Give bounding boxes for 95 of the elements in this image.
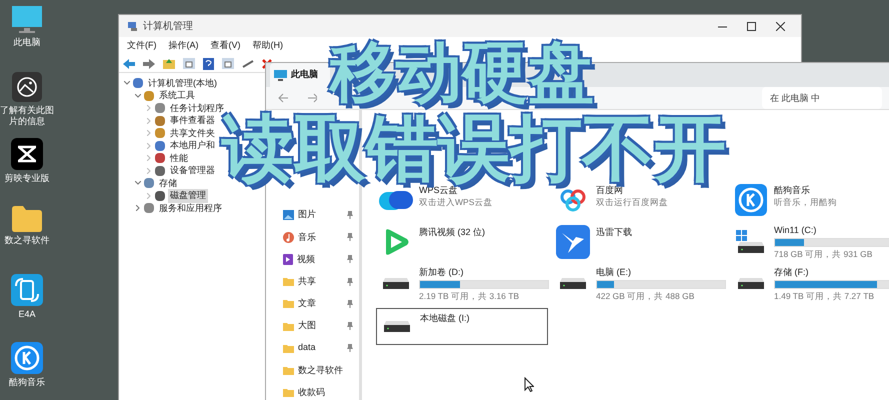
collapsed-caret-icon[interactable] (136, 205, 140, 212)
app-name[interactable]: 迅雷下载 (596, 226, 720, 238)
music-note-icon (283, 232, 294, 243)
app-name[interactable]: 腾讯视频 (32 位) (419, 226, 543, 238)
menu-item[interactable]: 文件(F) (127, 39, 156, 53)
folder-icon (283, 366, 294, 375)
drive-name[interactable]: Win11 (C:) (774, 224, 889, 236)
nav-item[interactable]: 文章 (298, 297, 316, 311)
app-description: 双击运行百度网盘 (596, 196, 669, 208)
tree-node-icon (144, 203, 154, 214)
nav-item[interactable]: 大图 (298, 319, 316, 333)
k-logo-icon (735, 184, 767, 216)
folder-icon (283, 277, 294, 286)
back-arrow-icon[interactable] (123, 58, 135, 68)
tablet-logo-icon (11, 274, 43, 306)
tree-node-icon (155, 166, 165, 176)
folder-icon (283, 388, 294, 398)
desktop-icon-label[interactable]: 此电脑 (14, 37, 40, 48)
tree-item[interactable]: 存储 (157, 176, 179, 190)
monitor-icon (274, 70, 287, 80)
tree-node-icon (155, 103, 165, 114)
video-icon (283, 254, 293, 265)
tree-node-icon (155, 153, 165, 164)
tree-node-icon (133, 78, 143, 88)
folder-icon (283, 299, 294, 308)
tree-node-icon (155, 116, 165, 126)
tree-item[interactable]: 计算机管理(本地) (146, 76, 219, 90)
scissors-logo-icon (11, 138, 43, 170)
expanded-caret-icon[interactable] (134, 181, 140, 186)
drive-space-text: 1.49 TB 可用，共 7.27 TB (774, 290, 876, 302)
app-description: 双击进入WPS云盘 (419, 196, 494, 208)
tree-item[interactable]: 磁盘管理 (168, 189, 208, 202)
close-icon[interactable] (776, 22, 785, 30)
desktop-icon-label[interactable]: 剪映专业版 (4, 173, 50, 184)
folder-up-icon[interactable] (163, 58, 175, 69)
tree-node-icon (155, 190, 165, 201)
drive-space-text: 718 GB 可用，共 931 GB (774, 248, 874, 260)
monitor-icon (12, 6, 42, 34)
app-description: 听音乐，用酷狗 (774, 196, 838, 208)
desktop-icon-label[interactable]: E4A (18, 309, 36, 320)
tree-node-icon (155, 140, 165, 151)
tree-node-icon (144, 90, 154, 101)
expanded-caret-icon[interactable] (124, 81, 130, 86)
tree-item[interactable]: 设备管理器 (168, 164, 217, 178)
tree-item[interactable]: 系统工具 (157, 89, 197, 102)
cloud-icon (379, 188, 413, 210)
tree-item[interactable]: 共享文件夹 (168, 126, 217, 140)
nav-item[interactable]: 共享 (298, 274, 316, 288)
desktop-icon-label[interactable]: 数之寻软件 (4, 235, 50, 246)
drive-name[interactable]: 新加卷 (D:) (419, 266, 549, 278)
tree-item[interactable]: 事件查看器 (168, 114, 217, 128)
console-icon[interactable] (183, 58, 195, 69)
bird-logo-icon (556, 224, 590, 258)
nav-item[interactable]: 视频 (297, 252, 315, 266)
desktop-icon-label[interactable]: 酷狗音乐 (9, 377, 45, 388)
drive-name[interactable]: 存储 (F:) (774, 266, 889, 278)
forward-arrow-icon[interactable] (308, 93, 318, 103)
back-arrow-icon[interactable] (278, 93, 288, 103)
drive-name[interactable]: 本地磁盘 (I:) (420, 312, 544, 324)
menu-item[interactable]: 帮助(H) (252, 39, 283, 53)
window-title: 计算机管理 (143, 20, 193, 34)
selected-drive-tile[interactable]: 本地磁盘 (I:) (376, 308, 548, 345)
nav-item[interactable]: 音乐 (298, 230, 316, 244)
desktop-icon-label[interactable]: 了解有关此图片的信息 (0, 105, 54, 127)
nav-item[interactable]: data (298, 341, 316, 355)
expanded-caret-icon[interactable] (134, 94, 140, 98)
drive-name[interactable]: 电脑 (E:) (596, 266, 726, 278)
mouse-pointer-icon (524, 377, 534, 392)
computer-management-icon (127, 20, 139, 32)
search-field[interactable]: 在 此电脑 中 (762, 87, 882, 109)
explorer-tab[interactable]: 此电脑 (270, 63, 330, 87)
tree-item[interactable]: 本地用户和 (168, 139, 217, 152)
nav-item[interactable]: 数之寻软件 (298, 364, 343, 378)
tree-node-icon (144, 178, 154, 188)
tree-node-icon (155, 128, 165, 138)
folder-icon (283, 344, 294, 353)
drive-space-text: 2.19 TB 可用，共 3.16 TB (419, 290, 520, 302)
nav-item[interactable]: 收款码 (298, 386, 325, 400)
folder-icon (283, 322, 294, 331)
nav-item[interactable]: 图片 (298, 208, 316, 222)
tree-item[interactable]: 性能 (168, 152, 190, 165)
help-icon[interactable] (203, 58, 214, 70)
maximize-icon[interactable] (747, 22, 756, 30)
drive-space-text: 422 GB 可用，共 488 GB (596, 290, 696, 302)
picture-icon (283, 210, 294, 220)
folder-icon (12, 206, 42, 232)
console-icon[interactable] (222, 58, 234, 69)
app-name[interactable]: 酷狗音乐 (774, 184, 889, 196)
tab-label: 此电脑 (291, 68, 318, 82)
k-logo-icon (11, 342, 43, 374)
tree-item[interactable]: 服务和应用程序 (157, 202, 224, 215)
menu-item[interactable]: 查看(V) (210, 39, 240, 53)
picture-info-icon (12, 72, 42, 102)
menu-item[interactable]: 操作(A) (168, 39, 198, 53)
forward-arrow-icon[interactable] (143, 58, 155, 68)
